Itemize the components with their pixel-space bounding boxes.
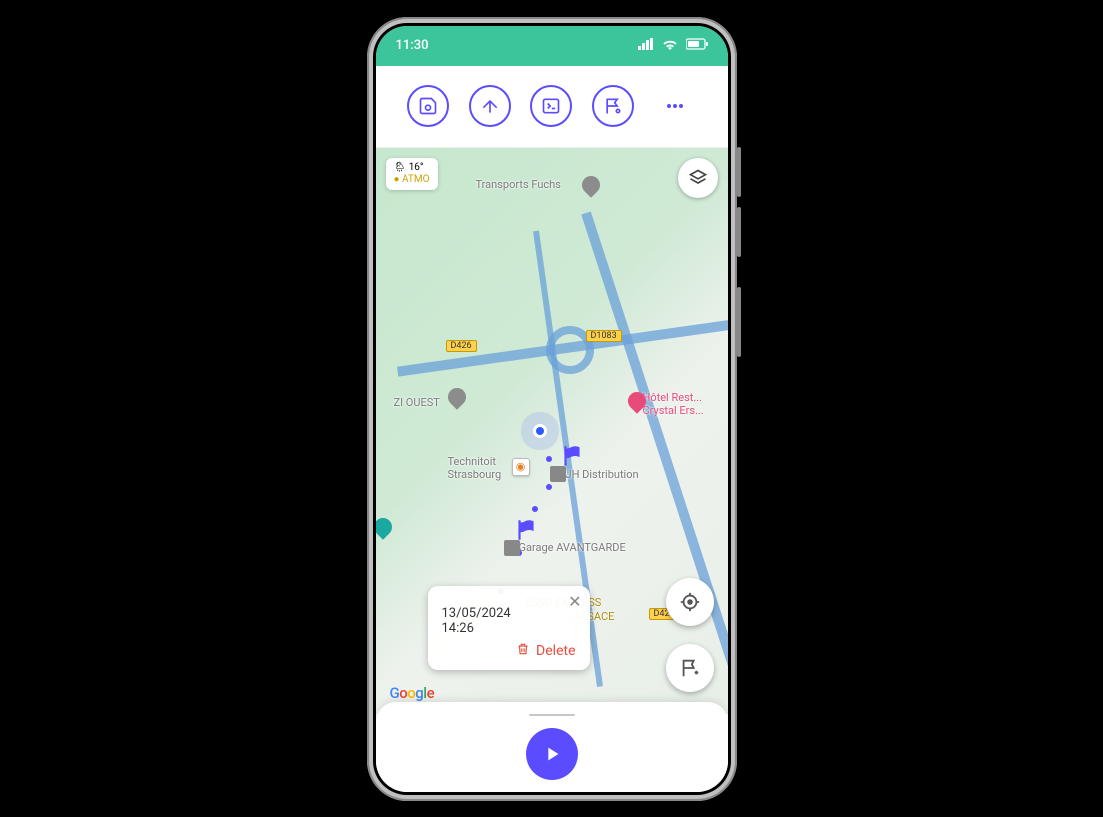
play-button[interactable]: [526, 728, 578, 780]
popup-date: 13/05/2024: [442, 606, 576, 621]
road-tag: D1083: [586, 330, 622, 342]
close-icon[interactable]: ✕: [568, 592, 581, 611]
map-label: ZI OUEST: [394, 396, 440, 409]
poi-square-icon: ◉: [512, 458, 530, 476]
poi-pin-icon: [376, 514, 396, 539]
my-location-button[interactable]: [666, 578, 714, 626]
more-button[interactable]: [654, 85, 696, 127]
trash-icon: [516, 642, 530, 660]
delete-button[interactable]: Delete: [442, 642, 576, 660]
waypoint-base-icon: [504, 540, 520, 556]
weather-source: ATMO: [402, 174, 429, 185]
map-label: Technitoit Strasbourg: [448, 455, 502, 481]
road-tag: D426: [446, 340, 477, 352]
map-layers-button[interactable]: [678, 158, 718, 198]
popup-time: 14:26: [442, 621, 576, 636]
google-attribution: Google: [390, 684, 435, 702]
weather-temp: 16°: [409, 162, 424, 173]
wifi-icon: [662, 38, 678, 54]
map-label: Transports Fuchs: [476, 178, 561, 191]
volume-down-button[interactable]: [737, 207, 741, 257]
poi-pin-icon: [444, 384, 469, 409]
terminal-button[interactable]: [530, 85, 572, 127]
signal-icon: [638, 38, 654, 54]
weather-chip[interactable]: 🌦 16° ● ATMO: [386, 158, 438, 190]
flag-settings-button[interactable]: [592, 85, 634, 127]
share-button[interactable]: [469, 85, 511, 127]
status-bar: 11:30: [376, 26, 728, 66]
status-time: 11:30: [396, 38, 429, 53]
power-button[interactable]: [737, 287, 741, 357]
map-canvas[interactable]: D426 D1083 D426 Transports Fuchs ZI OUES…: [376, 148, 728, 714]
volume-up-button[interactable]: [737, 147, 741, 197]
delete-label: Delete: [536, 643, 575, 659]
current-location-dot: [533, 424, 547, 438]
add-flag-button[interactable]: [666, 644, 714, 692]
waypoint-base-icon: [550, 466, 566, 482]
save-button[interactable]: [407, 85, 449, 127]
phone-frame: 11:30: [367, 17, 737, 801]
toolbar: [376, 66, 728, 148]
drag-handle[interactable]: [529, 714, 575, 716]
waypoint-popup: ✕ 13/05/2024 14:26 Delete: [428, 586, 590, 670]
battery-icon: [686, 38, 708, 54]
bottom-sheet[interactable]: [376, 702, 728, 792]
poi-pin-icon: [578, 172, 603, 197]
